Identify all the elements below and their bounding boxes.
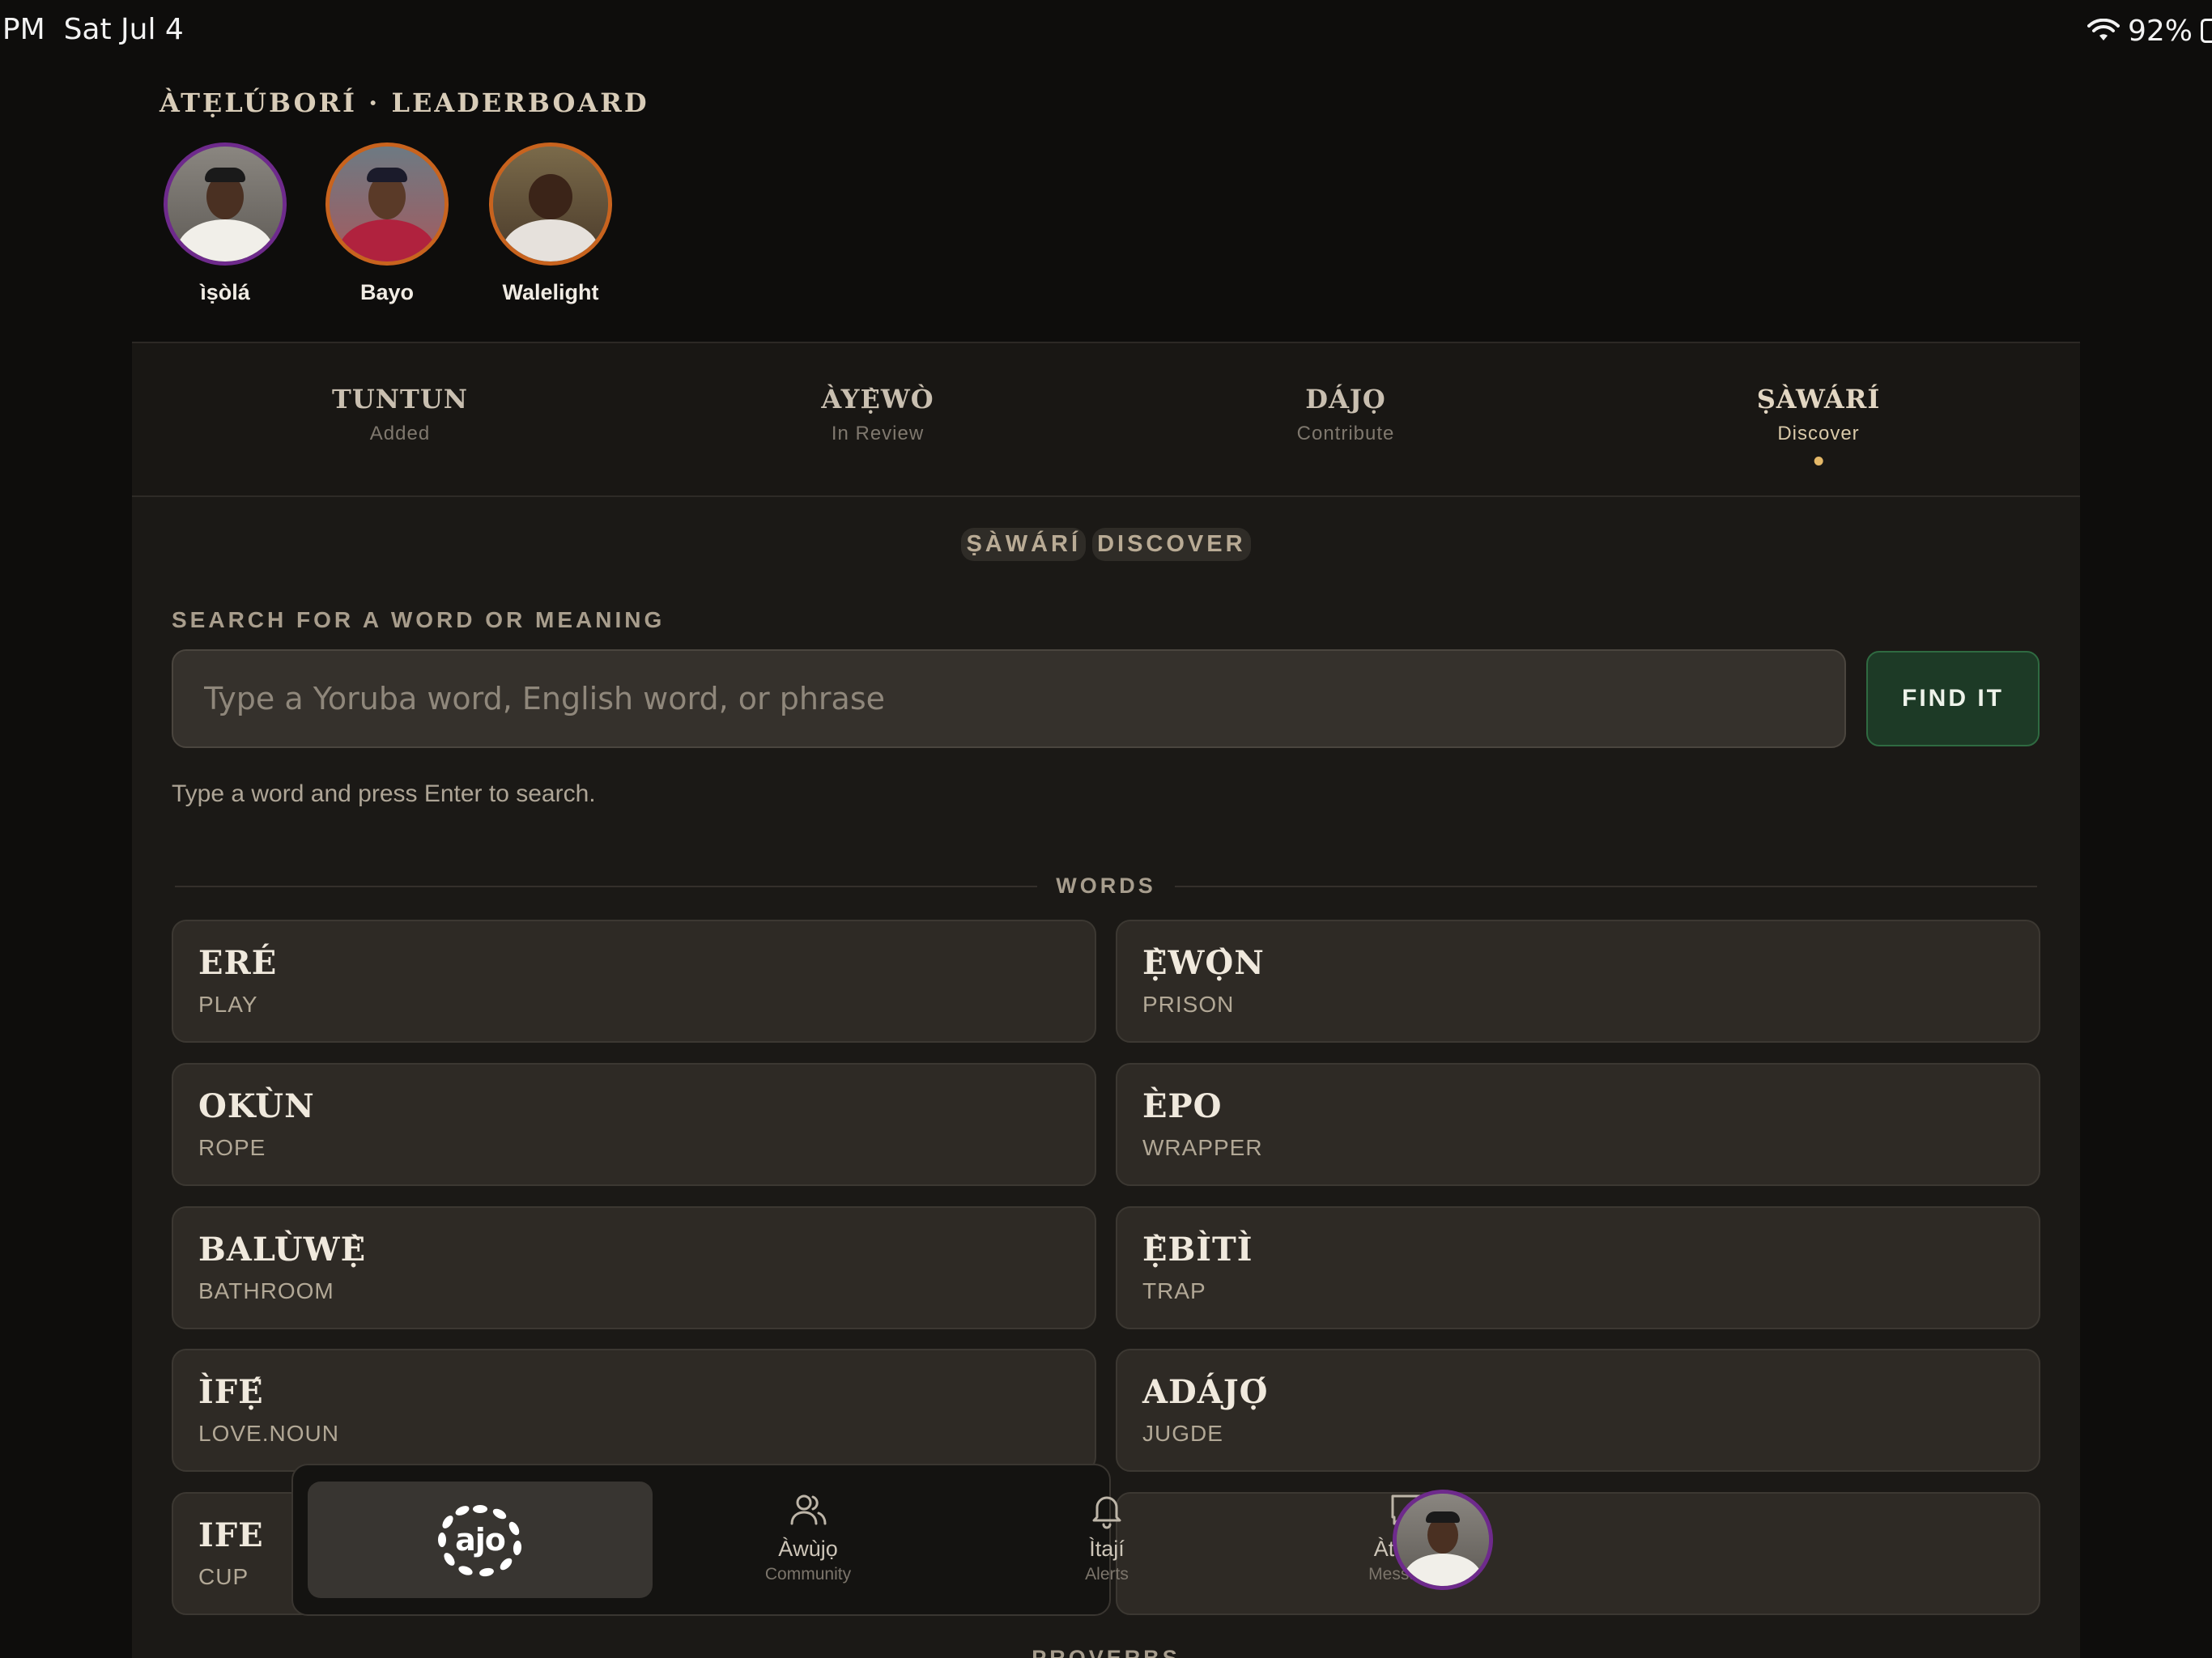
avatar-name: Bayo [359, 280, 415, 304]
tab-bar: TUNTUN Added ÀYẸ̀WÒ In Review DÁJỌ Contr… [132, 343, 2080, 497]
words-divider: WORDS [175, 869, 2037, 902]
nav-label: Àwùjọ [778, 1537, 838, 1561]
word-english: PRISON [1142, 992, 1235, 1017]
tab-sublabel: Added [369, 423, 431, 444]
word-card[interactable]: ÈPO WRAPPER [1116, 1063, 2040, 1186]
active-tab-indicator [1814, 457, 1823, 466]
word-yoruba: ÈPO [1142, 1087, 1223, 1125]
bell-icon [1092, 1496, 1121, 1529]
word-english: PLAY [198, 992, 258, 1017]
tab-label: DÁJỌ [1305, 384, 1386, 414]
status-bar: 3PM Sat Jul 4 92% [0, 0, 2212, 65]
tab-label: TUNTUN [332, 384, 468, 414]
search-label: SEARCH FOR A WORD OR MEANING [172, 607, 666, 632]
word-card[interactable]: Ẹ̀WỌ̀N PRISON [1116, 920, 2040, 1043]
word-english: TRAP [1142, 1278, 1206, 1303]
tab-label: ÀYẸ̀WÒ [821, 384, 934, 414]
discover-heading: ṢÀWÁRÍ DISCOVER [132, 528, 2080, 561]
words-section-label: WORDS [1056, 874, 1156, 898]
status-right: 92% [2087, 13, 2212, 49]
word-card[interactable] [1116, 1492, 2040, 1615]
nav-label: Ìtají [1089, 1537, 1125, 1561]
nav-sublabel: Alerts [1085, 1565, 1129, 1584]
tab-added[interactable]: TUNTUN Added [332, 384, 468, 445]
word-english: ROPE [198, 1135, 266, 1160]
word-english: JUGDE [1142, 1421, 1223, 1446]
avatar [489, 142, 612, 266]
search-input[interactable] [172, 649, 1846, 748]
people-icon [790, 1494, 827, 1525]
bottom-nav: ajo Àwùjọ Community Ìtají Alerts Àtẹ̀jíṣ… [291, 1464, 1446, 1616]
battery-percent: 92% [2127, 14, 2193, 48]
word-english: LOVE.NOUN [198, 1421, 339, 1446]
main-panel: TUNTUN Added ÀYẸ̀WÒ In Review DÁJỌ Contr… [132, 342, 2080, 1658]
tab-sublabel: In Review [831, 423, 925, 444]
ajo-logo-text: ajo [455, 1522, 506, 1558]
status-date: Sat Jul 4 [63, 13, 184, 46]
find-it-button[interactable]: FIND IT [1866, 651, 2040, 746]
leaderboard-user-2[interactable]: Bayo [322, 142, 452, 305]
nav-community[interactable]: Àwùjọ Community [727, 1490, 889, 1584]
word-card[interactable]: ADÁJỌ́ JUGDE [1116, 1349, 2040, 1472]
tab-sublabel: Contribute [1296, 423, 1395, 444]
tab-in-review[interactable]: ÀYẸ̀WÒ In Review [821, 384, 934, 445]
word-yoruba: ERÉ [198, 944, 278, 982]
word-card[interactable]: Ẹ̀BÌTÌ TRAP [1116, 1206, 2040, 1329]
discover-heading-yoruba: ṢÀWÁRÍ [961, 528, 1087, 561]
word-card[interactable]: BALÙWẸ̀ BATHROOM [172, 1206, 1096, 1329]
avatar [164, 142, 287, 266]
word-yoruba: ÌFẸ́ [198, 1373, 264, 1411]
nav-sublabel: Community [764, 1565, 852, 1584]
leaderboard-user-1[interactable]: ìṣòlá [160, 142, 290, 305]
word-yoruba: Ẹ̀BÌTÌ [1142, 1231, 1253, 1269]
tab-contribute[interactable]: DÁJỌ Contribute [1297, 384, 1395, 445]
nav-home-button[interactable]: ajo [308, 1482, 653, 1598]
word-english: BATHROOM [198, 1278, 334, 1303]
word-card[interactable]: OKÙN ROPE [172, 1063, 1096, 1186]
status-time: 3PM Sat Jul 4 [0, 13, 184, 46]
word-yoruba: BALÙWẸ̀ [198, 1231, 367, 1269]
proverbs-divider: PROVERBS [175, 1642, 2037, 1658]
battery-icon [2201, 19, 2212, 43]
avatar-name: Walelight [502, 280, 599, 304]
word-yoruba: Ẹ̀WỌ̀N [1142, 944, 1265, 982]
word-yoruba: OKÙN [198, 1087, 315, 1125]
tab-discover[interactable]: ṢÀWÁRÍ Discover [1757, 384, 1881, 466]
word-card[interactable]: ERÉ PLAY [172, 920, 1096, 1043]
status-clock: 3PM [0, 13, 45, 46]
avatar-name: ìṣòlá [200, 280, 250, 304]
search-hint: Type a word and press Enter to search. [172, 780, 596, 807]
word-yoruba: ADÁJỌ́ [1142, 1373, 1269, 1411]
nav-alerts[interactable]: Ìtají Alerts [1026, 1490, 1188, 1584]
nav-profile-avatar[interactable] [1393, 1490, 1493, 1590]
tab-sublabel: Discover [1777, 423, 1860, 444]
word-english: WRAPPER [1142, 1135, 1263, 1160]
avatar [325, 142, 449, 266]
word-card[interactable]: ÌFẸ́ LOVE.NOUN [172, 1349, 1096, 1472]
wifi-icon [2087, 19, 2120, 40]
discover-heading-english: DISCOVER [1092, 528, 1251, 561]
proverbs-section-label: PROVERBS [1032, 1646, 1180, 1658]
tab-label: ṢÀWÁRÍ [1756, 384, 1881, 414]
avatar [1393, 1490, 1493, 1590]
leaderboard-title: ÀTẸLÚBORÍ · LEADERBOARD [160, 87, 649, 118]
leaderboard-user-3[interactable]: Walelight [486, 142, 615, 305]
